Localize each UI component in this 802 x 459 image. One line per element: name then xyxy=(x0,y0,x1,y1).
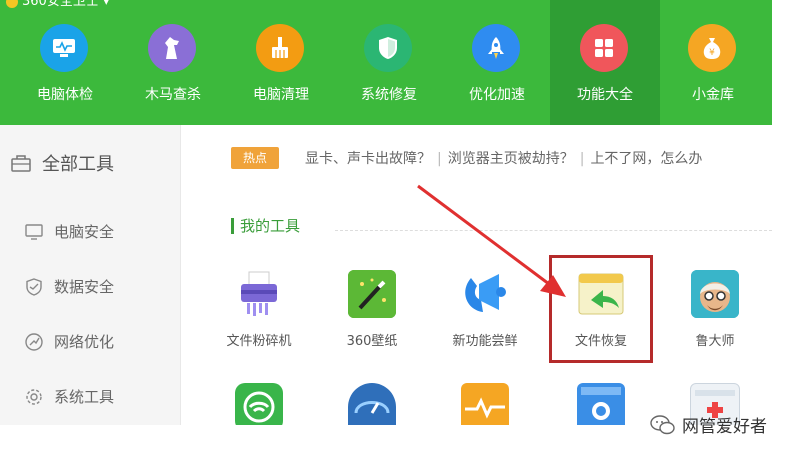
watermark: 网管爱好者 xyxy=(650,412,767,437)
watermark-text: 网管爱好者 xyxy=(682,417,767,437)
wechat-icon xyxy=(650,414,675,434)
annotation-arrow xyxy=(417,184,566,297)
